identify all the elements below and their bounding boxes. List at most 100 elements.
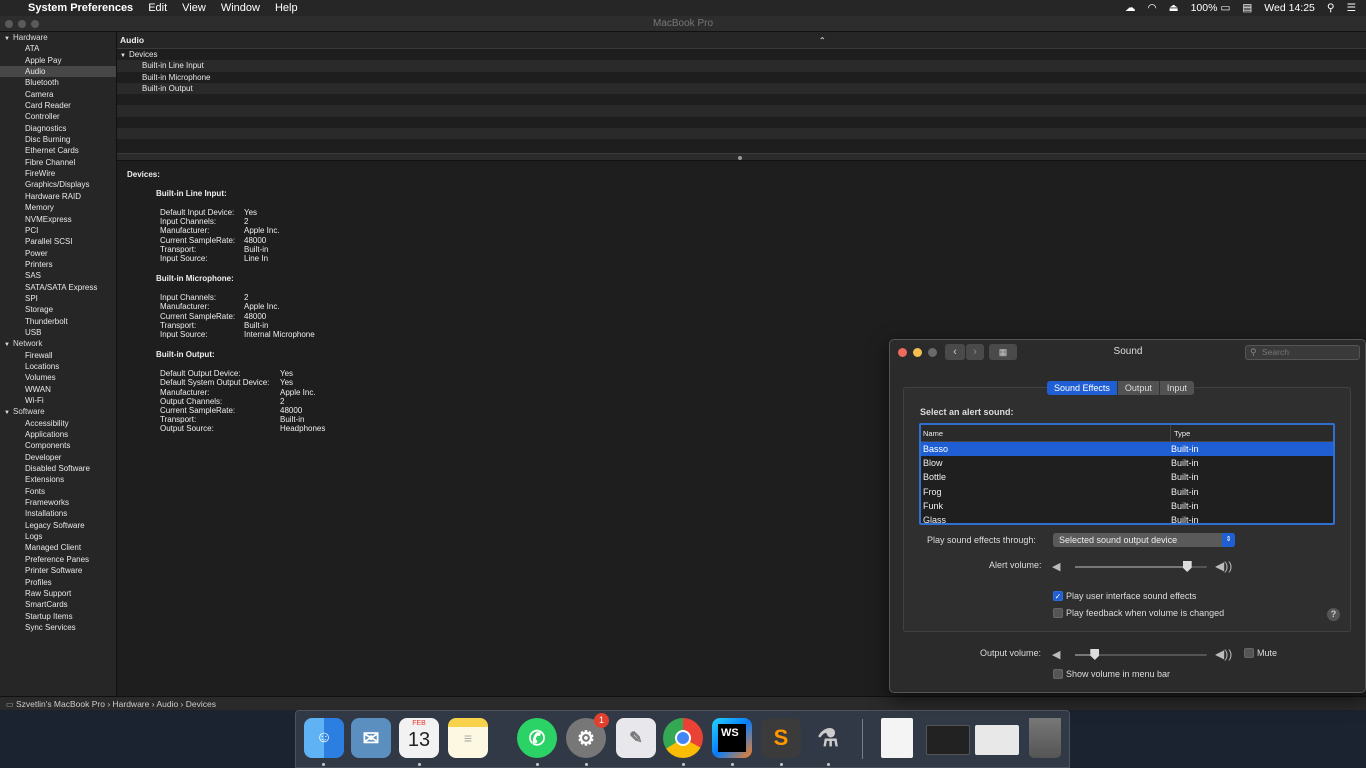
divider-handle-icon[interactable] bbox=[738, 156, 742, 160]
list-group-devices[interactable]: ▼ Devices bbox=[117, 49, 1366, 60]
tab-output[interactable]: Output bbox=[1117, 381, 1160, 395]
sidebar-item[interactable]: Parallel SCSI bbox=[0, 236, 116, 247]
sidebar-item[interactable]: Card Reader bbox=[0, 100, 116, 111]
dock-finder[interactable]: ☺ bbox=[304, 718, 344, 758]
disclosure-triangle-icon[interactable]: ▼ bbox=[4, 408, 13, 419]
split-view-divider[interactable] bbox=[117, 153, 1366, 161]
clock[interactable]: Wed 14:25 bbox=[1264, 2, 1315, 14]
sidebar-item[interactable]: Memory bbox=[0, 202, 116, 213]
mute-checkbox[interactable] bbox=[1244, 648, 1254, 658]
sound-close-button[interactable] bbox=[898, 348, 907, 357]
creative-cloud-icon[interactable]: ☁ bbox=[1125, 2, 1136, 14]
sidebar-item[interactable]: Extensions bbox=[0, 474, 116, 485]
sidebar-item[interactable]: Apple Pay bbox=[0, 55, 116, 66]
sidebar-item[interactable]: Storage bbox=[0, 304, 116, 315]
sidebar-item[interactable]: Locations bbox=[0, 361, 116, 372]
sidebar-item[interactable]: Installations bbox=[0, 508, 116, 519]
sidebar-item[interactable]: Logs bbox=[0, 531, 116, 542]
path-text[interactable]: Szvetlin's MacBook Pro › Hardware › Audi… bbox=[16, 699, 216, 709]
sidebar-item[interactable]: Diagnostics bbox=[0, 123, 116, 134]
sidebar-item[interactable]: Thunderbolt bbox=[0, 316, 116, 327]
search-field[interactable]: ⚲ Search bbox=[1245, 345, 1360, 360]
sidebar-item[interactable]: Startup Items bbox=[0, 611, 116, 622]
list-item[interactable]: Built-in Microphone bbox=[117, 72, 1366, 83]
dock-whatsapp[interactable]: ✆ bbox=[517, 718, 557, 758]
dock-textedit[interactable]: ✎ bbox=[616, 718, 656, 758]
sidebar-item[interactable]: Graphics/Displays bbox=[0, 179, 116, 190]
dock-trash[interactable] bbox=[1029, 718, 1061, 758]
close-button[interactable] bbox=[5, 20, 13, 28]
list-header[interactable]: Audio ⌃ bbox=[117, 32, 1366, 49]
sidebar-item[interactable]: Hardware RAID bbox=[0, 191, 116, 202]
dock-notes[interactable]: ≡ bbox=[448, 718, 488, 758]
table-row[interactable]: Bottle Built-in bbox=[921, 470, 1333, 484]
sound-minimize-button[interactable] bbox=[913, 348, 922, 357]
back-button[interactable]: ‹ bbox=[945, 344, 965, 360]
list-item[interactable]: Built-in Output bbox=[117, 82, 1366, 95]
show-volume-checkbox[interactable] bbox=[1053, 669, 1063, 679]
table-row[interactable]: Basso Built-in bbox=[921, 442, 1333, 457]
disclosure-triangle-icon[interactable]: ▼ bbox=[4, 340, 13, 351]
tab-input[interactable]: Input bbox=[1159, 381, 1194, 395]
table-row[interactable]: Funk Built-in bbox=[921, 499, 1333, 513]
table-row[interactable]: Frog Built-in bbox=[921, 485, 1333, 499]
sidebar-item[interactable]: Disabled Software bbox=[0, 463, 116, 474]
sidebar-item[interactable]: Frameworks bbox=[0, 497, 116, 508]
dock-webstorm[interactable]: WS bbox=[712, 718, 752, 758]
dock-minimized-window[interactable] bbox=[926, 725, 970, 755]
spotlight-icon[interactable]: ⚲ bbox=[1327, 2, 1335, 14]
menu-view[interactable]: View bbox=[182, 2, 206, 14]
sidebar-item[interactable]: Printer Software bbox=[0, 565, 116, 576]
sidebar-item[interactable]: SAS bbox=[0, 270, 116, 281]
sidebar-item[interactable]: Wi-Fi bbox=[0, 395, 116, 406]
sidebar-item[interactable]: SATA/SATA Express bbox=[0, 282, 116, 293]
sidebar-item[interactable]: Bluetooth bbox=[0, 77, 116, 88]
sidebar-item[interactable]: Volumes bbox=[0, 372, 116, 383]
feedback-checkbox[interactable] bbox=[1053, 608, 1063, 618]
disclosure-triangle-icon[interactable]: ▼ bbox=[120, 51, 129, 62]
sort-ascending-icon[interactable]: ⌃ bbox=[819, 32, 826, 49]
dock-document[interactable] bbox=[881, 718, 913, 758]
dock-chrome[interactable] bbox=[663, 718, 703, 758]
table-row[interactable]: Blow Built-in bbox=[921, 456, 1333, 470]
ui-sound-effects-checkbox[interactable]: ✓ bbox=[1053, 591, 1063, 601]
sidebar-item[interactable]: PCI bbox=[0, 225, 116, 236]
sidebar-item[interactable]: SPI bbox=[0, 293, 116, 304]
sidebar-item[interactable]: Managed Client bbox=[0, 542, 116, 553]
tab-sound-effects[interactable]: Sound Effects bbox=[1047, 381, 1118, 395]
disclosure-triangle-icon[interactable]: ▼ bbox=[4, 34, 13, 45]
dock-instruments[interactable]: ⚗ bbox=[808, 718, 848, 758]
sound-zoom-button[interactable] bbox=[928, 348, 937, 357]
sidebar-item[interactable]: WWAN bbox=[0, 384, 116, 395]
sidebar-group-hardware[interactable]: ▼ Hardware bbox=[0, 32, 116, 43]
sidebar-item[interactable]: SmartCards bbox=[0, 599, 116, 610]
sidebar-item[interactable]: Sync Services bbox=[0, 622, 116, 633]
list-item[interactable]: Built-in Line Input bbox=[117, 60, 1366, 72]
sidebar-item[interactable]: Disc Burning bbox=[0, 134, 116, 145]
help-button[interactable]: ? bbox=[1327, 608, 1340, 621]
sidebar-item[interactable]: Audio bbox=[0, 66, 116, 78]
column-type[interactable]: Type bbox=[1170, 425, 1190, 442]
alert-sound-table[interactable]: Name Type Basso Built-in Blow Built-in Bottl… bbox=[919, 423, 1335, 525]
alert-volume-slider[interactable] bbox=[1075, 561, 1207, 572]
sidebar-item[interactable]: Raw Support bbox=[0, 588, 116, 599]
dock-mail[interactable]: ✉ bbox=[351, 718, 391, 758]
play-through-select[interactable]: Selected sound output device ⇕ bbox=[1053, 533, 1235, 547]
sidebar-group-software[interactable]: ▼ Software bbox=[0, 406, 116, 417]
sidebar-group-network[interactable]: ▼ Network bbox=[0, 338, 116, 349]
sidebar-item[interactable]: Controller bbox=[0, 111, 116, 122]
sidebar-item[interactable]: Firewall bbox=[0, 350, 116, 361]
menu-window[interactable]: Window bbox=[221, 2, 260, 14]
notification-center-icon[interactable]: ☰ bbox=[1347, 2, 1356, 14]
sidebar-item[interactable]: Developer bbox=[0, 452, 116, 463]
forward-button[interactable]: › bbox=[966, 344, 984, 360]
sidebar-item[interactable]: Components bbox=[0, 440, 116, 451]
sidebar-item[interactable]: FireWire bbox=[0, 168, 116, 179]
sidebar-item[interactable]: Power bbox=[0, 248, 116, 259]
sidebar-item[interactable]: ATA bbox=[0, 43, 116, 54]
wifi-icon[interactable]: ◠ bbox=[1147, 2, 1156, 14]
slider-knob[interactable] bbox=[1090, 649, 1100, 660]
airplay-icon[interactable]: ⏏ bbox=[1169, 2, 1179, 14]
sidebar-item[interactable]: USB bbox=[0, 327, 116, 338]
sidebar-item[interactable]: Fibre Channel bbox=[0, 157, 116, 168]
